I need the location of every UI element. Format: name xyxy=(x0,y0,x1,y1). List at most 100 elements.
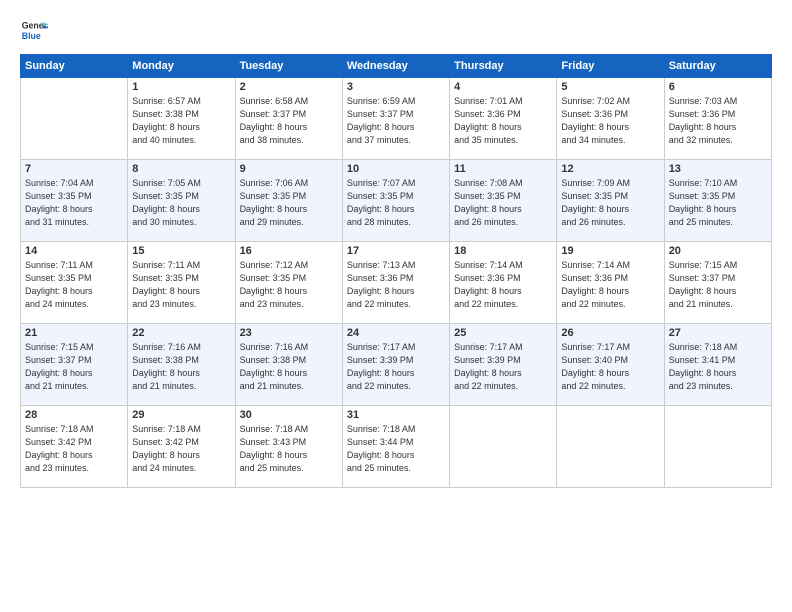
day-info: Sunrise: 7:04 AM Sunset: 3:35 PM Dayligh… xyxy=(25,177,123,229)
day-info: Sunrise: 7:16 AM Sunset: 3:38 PM Dayligh… xyxy=(240,341,338,393)
day-info: Sunrise: 7:15 AM Sunset: 3:37 PM Dayligh… xyxy=(25,341,123,393)
day-number: 25 xyxy=(454,327,552,339)
weekday-header-sunday: Sunday xyxy=(21,55,128,78)
day-info: Sunrise: 7:17 AM Sunset: 3:40 PM Dayligh… xyxy=(561,341,659,393)
day-number: 3 xyxy=(347,81,445,93)
calendar-cell xyxy=(21,78,128,160)
day-number: 26 xyxy=(561,327,659,339)
page-container: General Blue SundayMondayTuesdayWednesda… xyxy=(0,0,792,612)
day-number: 24 xyxy=(347,327,445,339)
calendar-cell: 10 Sunrise: 7:07 AM Sunset: 3:35 PM Dayli… xyxy=(342,160,449,242)
calendar: SundayMondayTuesdayWednesdayThursdayFrid… xyxy=(20,54,772,488)
header: General Blue xyxy=(20,16,772,44)
day-info: Sunrise: 7:06 AM Sunset: 3:35 PM Dayligh… xyxy=(240,177,338,229)
calendar-cell: 24 Sunrise: 7:17 AM Sunset: 3:39 PM Dayli… xyxy=(342,324,449,406)
calendar-cell: 6 Sunrise: 7:03 AM Sunset: 3:36 PM Daylig… xyxy=(664,78,771,160)
day-info: Sunrise: 7:01 AM Sunset: 3:36 PM Dayligh… xyxy=(454,95,552,147)
day-info: Sunrise: 7:05 AM Sunset: 3:35 PM Dayligh… xyxy=(132,177,230,229)
day-number: 10 xyxy=(347,163,445,175)
day-number: 20 xyxy=(669,245,767,257)
day-info: Sunrise: 7:18 AM Sunset: 3:42 PM Dayligh… xyxy=(132,423,230,475)
day-info: Sunrise: 7:02 AM Sunset: 3:36 PM Dayligh… xyxy=(561,95,659,147)
day-number: 4 xyxy=(454,81,552,93)
day-info: Sunrise: 7:10 AM Sunset: 3:35 PM Dayligh… xyxy=(669,177,767,229)
day-info: Sunrise: 7:03 AM Sunset: 3:36 PM Dayligh… xyxy=(669,95,767,147)
day-info: Sunrise: 7:18 AM Sunset: 3:44 PM Dayligh… xyxy=(347,423,445,475)
weekday-header-friday: Friday xyxy=(557,55,664,78)
day-number: 1 xyxy=(132,81,230,93)
week-row-2: 7 Sunrise: 7:04 AM Sunset: 3:35 PM Daylig… xyxy=(21,160,772,242)
day-number: 14 xyxy=(25,245,123,257)
calendar-cell xyxy=(557,406,664,488)
day-info: Sunrise: 7:15 AM Sunset: 3:37 PM Dayligh… xyxy=(669,259,767,311)
calendar-cell: 20 Sunrise: 7:15 AM Sunset: 3:37 PM Dayli… xyxy=(664,242,771,324)
calendar-cell: 13 Sunrise: 7:10 AM Sunset: 3:35 PM Dayli… xyxy=(664,160,771,242)
calendar-cell: 8 Sunrise: 7:05 AM Sunset: 3:35 PM Daylig… xyxy=(128,160,235,242)
day-info: Sunrise: 7:13 AM Sunset: 3:36 PM Dayligh… xyxy=(347,259,445,311)
calendar-cell: 19 Sunrise: 7:14 AM Sunset: 3:36 PM Dayli… xyxy=(557,242,664,324)
calendar-cell: 5 Sunrise: 7:02 AM Sunset: 3:36 PM Daylig… xyxy=(557,78,664,160)
calendar-cell: 3 Sunrise: 6:59 AM Sunset: 3:37 PM Daylig… xyxy=(342,78,449,160)
calendar-cell xyxy=(664,406,771,488)
week-row-1: 1 Sunrise: 6:57 AM Sunset: 3:38 PM Daylig… xyxy=(21,78,772,160)
day-number: 23 xyxy=(240,327,338,339)
weekday-header-monday: Monday xyxy=(128,55,235,78)
day-number: 18 xyxy=(454,245,552,257)
calendar-cell: 14 Sunrise: 7:11 AM Sunset: 3:35 PM Dayli… xyxy=(21,242,128,324)
calendar-cell: 9 Sunrise: 7:06 AM Sunset: 3:35 PM Daylig… xyxy=(235,160,342,242)
day-number: 22 xyxy=(132,327,230,339)
calendar-cell xyxy=(450,406,557,488)
calendar-cell: 25 Sunrise: 7:17 AM Sunset: 3:39 PM Dayli… xyxy=(450,324,557,406)
day-number: 19 xyxy=(561,245,659,257)
calendar-cell: 16Sunrise: 7:12 AM Sunset: 3:35 PM Dayli… xyxy=(235,242,342,324)
day-info: Sunrise: 7:17 AM Sunset: 3:39 PM Dayligh… xyxy=(347,341,445,393)
day-info: Sunrise: 7:07 AM Sunset: 3:35 PM Dayligh… xyxy=(347,177,445,229)
weekday-header-tuesday: Tuesday xyxy=(235,55,342,78)
day-info: Sunrise: 7:11 AM Sunset: 3:35 PM Dayligh… xyxy=(25,259,123,311)
day-number: 2 xyxy=(240,81,338,93)
day-number: 5 xyxy=(561,81,659,93)
day-info: Sunrise: 7:17 AM Sunset: 3:39 PM Dayligh… xyxy=(454,341,552,393)
logo-icon: General Blue xyxy=(20,16,48,44)
calendar-cell: 23 Sunrise: 7:16 AM Sunset: 3:38 PM Dayli… xyxy=(235,324,342,406)
day-info: Sunrise: 7:12 AM Sunset: 3:35 PM Dayligh… xyxy=(240,259,338,311)
calendar-cell: 21 Sunrise: 7:15 AM Sunset: 3:37 PM Dayli… xyxy=(21,324,128,406)
weekday-header-wednesday: Wednesday xyxy=(342,55,449,78)
day-info: Sunrise: 7:14 AM Sunset: 3:36 PM Dayligh… xyxy=(454,259,552,311)
day-info: Sunrise: 6:59 AM Sunset: 3:37 PM Dayligh… xyxy=(347,95,445,147)
day-number: 11 xyxy=(454,163,552,175)
calendar-cell: 4 Sunrise: 7:01 AM Sunset: 3:36 PM Daylig… xyxy=(450,78,557,160)
day-number: 6 xyxy=(669,81,767,93)
calendar-cell: 30 Sunrise: 7:18 AM Sunset: 3:43 PM Dayli… xyxy=(235,406,342,488)
calendar-cell: 27Sunrise: 7:18 AM Sunset: 3:41 PM Dayli… xyxy=(664,324,771,406)
day-info: Sunrise: 7:11 AM Sunset: 3:35 PM Dayligh… xyxy=(132,259,230,311)
day-number: 17 xyxy=(347,245,445,257)
day-number: 12 xyxy=(561,163,659,175)
day-number: 13 xyxy=(669,163,767,175)
day-number: 7 xyxy=(25,163,123,175)
day-info: Sunrise: 7:14 AM Sunset: 3:36 PM Dayligh… xyxy=(561,259,659,311)
day-number: 30 xyxy=(240,409,338,421)
day-info: Sunrise: 7:09 AM Sunset: 3:35 PM Dayligh… xyxy=(561,177,659,229)
calendar-cell: 31 Sunrise: 7:18 AM Sunset: 3:44 PM Dayli… xyxy=(342,406,449,488)
weekday-header-saturday: Saturday xyxy=(664,55,771,78)
day-info: Sunrise: 6:58 AM Sunset: 3:37 PM Dayligh… xyxy=(240,95,338,147)
logo: General Blue xyxy=(20,16,52,44)
calendar-cell: 17 Sunrise: 7:13 AM Sunset: 3:36 PM Dayli… xyxy=(342,242,449,324)
day-number: 8 xyxy=(132,163,230,175)
day-info: Sunrise: 6:57 AM Sunset: 3:38 PM Dayligh… xyxy=(132,95,230,147)
weekday-header-row: SundayMondayTuesdayWednesdayThursdayFrid… xyxy=(21,55,772,78)
day-info: Sunrise: 7:18 AM Sunset: 3:41 PM Dayligh… xyxy=(669,341,767,393)
day-number: 31 xyxy=(347,409,445,421)
calendar-cell: 1 Sunrise: 6:57 AM Sunset: 3:38 PM Daylig… xyxy=(128,78,235,160)
day-number: 29 xyxy=(132,409,230,421)
day-number: 9 xyxy=(240,163,338,175)
day-number: 28 xyxy=(25,409,123,421)
calendar-cell: 2 Sunrise: 6:58 AM Sunset: 3:37 PM Daylig… xyxy=(235,78,342,160)
day-info: Sunrise: 7:18 AM Sunset: 3:43 PM Dayligh… xyxy=(240,423,338,475)
week-row-4: 21 Sunrise: 7:15 AM Sunset: 3:37 PM Dayli… xyxy=(21,324,772,406)
day-number: 15 xyxy=(132,245,230,257)
week-row-3: 14 Sunrise: 7:11 AM Sunset: 3:35 PM Dayli… xyxy=(21,242,772,324)
day-info: Sunrise: 7:18 AM Sunset: 3:42 PM Dayligh… xyxy=(25,423,123,475)
day-number: 21 xyxy=(25,327,123,339)
